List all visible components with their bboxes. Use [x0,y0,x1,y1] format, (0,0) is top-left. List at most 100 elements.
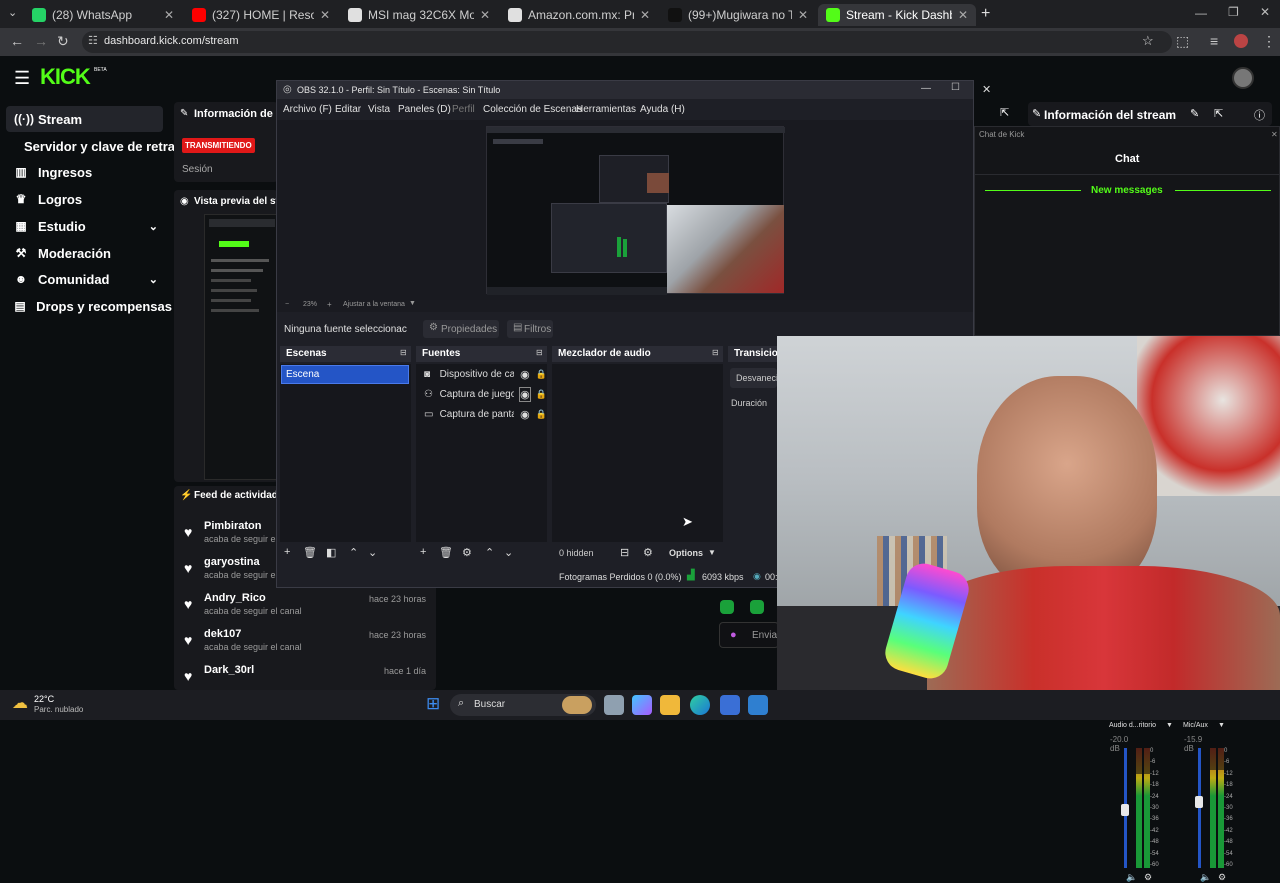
file-explorer-icon[interactable] [660,695,680,715]
chat-window-close-icon[interactable]: ✕ [1271,130,1278,139]
scenes-undock-icon[interactable]: ⊟ [400,348,407,357]
channel-dropdown-icon[interactable]: ▼ [1166,722,1173,729]
restore-window-icon[interactable]: ❐ [1228,5,1239,19]
speaker-icon[interactable]: 🔈 [1126,872,1137,883]
visibility-eye-icon[interactable]: ◉ [520,408,530,421]
sidebar-item[interactable]: Servidor y clave de retransm [0,133,202,159]
source-item[interactable]: ▭ Captura de pantal ◉ 🔒 [416,404,547,424]
minimize-window-icon[interactable]: — [1195,6,1207,20]
sidebar-item[interactable]: ☻ Comunidad ⌄ [0,266,172,292]
fit-dropdown-icon[interactable]: ▼ [409,300,416,307]
visibility-eye-icon[interactable]: ◉ [519,386,531,402]
browser-tab[interactable]: (99+)Mugiwara no Trainer (@a ✕ [660,4,816,26]
bookmark-star-icon[interactable]: ☆ [1142,33,1154,49]
lock-icon[interactable]: 🔒 [536,409,547,420]
popout-icon-left[interactable]: ⇱ [1000,106,1009,119]
chevron-down-icon[interactable]: ⌄ [149,273,158,286]
stream-preview-video[interactable] [204,214,278,480]
emote-icon[interactable] [720,600,734,614]
hidden-count[interactable]: 0 hidden [559,548,594,558]
tab-close-icon[interactable]: ✕ [320,8,330,22]
sidebar-item[interactable]: ♛ Logros [0,186,172,212]
volume-fader-track[interactable] [1198,748,1201,868]
add-scene-icon[interactable]: + [284,546,290,558]
browser-tab[interactable]: MSI mag 32C6X Monitor para ✕ [340,4,498,26]
info-circle-icon[interactable]: ⓘ [1254,107,1265,123]
browser-tab[interactable]: (28) WhatsApp ✕ [24,4,182,26]
new-tab-button[interactable]: + [981,5,990,23]
tab-list-icon[interactable]: ⌄ [8,6,17,19]
back-icon[interactable]: ← [10,33,24,49]
zoom-in-icon[interactable]: + [327,300,332,309]
obs-preview-canvas[interactable] [486,126,785,295]
feed-username[interactable]: Pimbiraton [204,520,261,532]
add-source-icon[interactable]: + [420,546,426,558]
sidebar-item[interactable]: ▦ Estudio ⌄ [0,213,172,239]
obs-menu-item[interactable]: Herramientas [576,104,636,115]
source-item[interactable]: ⚇ Captura de juego ◉ 🔒 [416,384,547,404]
address-bar[interactable]: ☷ dashboard.kick.com/stream ☆ [82,31,1172,53]
sidebar-item[interactable]: ▥ Ingresos [0,159,172,185]
obs-menu-item[interactable]: Ayuda (H) [640,104,685,115]
popout-icon[interactable]: ⇱ [1214,107,1223,120]
mixer-undock-icon[interactable]: ⊟ [712,348,719,357]
tab-close-icon[interactable]: ✕ [640,8,650,22]
kick-user-avatar[interactable] [1232,67,1254,89]
outlook-icon[interactable] [748,695,768,715]
obs-close-button[interactable]: ✕ [982,83,991,96]
obs-menu-item[interactable]: Editar [335,104,361,115]
browser-menu-icon[interactable]: ⋮ [1262,33,1276,50]
filters-button[interactable]: ▤ Filtros [507,320,553,338]
channel-dropdown-icon[interactable]: ▼ [1218,722,1225,729]
feed-username[interactable]: Dark_30rl [204,664,254,676]
speaker-icon[interactable]: 🔈 [1200,872,1211,883]
kick-logo[interactable]: KICK [40,64,91,90]
feed-username[interactable]: garyostina [204,556,260,568]
volume-fader-thumb[interactable] [1121,804,1129,816]
obs-menu-item[interactable]: Paneles (D) [398,104,451,115]
source-down-icon[interactable]: ⌄ [504,546,513,559]
chat-send-input[interactable]: ● Envia [719,622,779,648]
sidebar-item[interactable]: ⚒ Moderación [0,240,172,266]
channel-name[interactable]: Mic/Aux [1183,722,1208,729]
lock-icon[interactable]: 🔒 [536,389,547,400]
mixer-layout-icon[interactable]: ⊟ [620,546,629,559]
obs-menu-item[interactable]: Colección de Escenas [483,104,582,115]
edit-icon[interactable]: ✎ [1190,107,1199,120]
media-control-icon[interactable]: ≡ [1210,33,1218,49]
lock-icon[interactable]: 🔒 [536,369,547,380]
channel-settings-icon[interactable]: ⚙ [1144,872,1152,883]
feed-username[interactable]: Andry_Rico [204,592,266,604]
tab-close-icon[interactable]: ✕ [958,8,968,22]
browser-tab[interactable]: Amazon.com.mx: Precios bajos ✕ [500,4,658,26]
tab-close-icon[interactable]: ✕ [798,8,808,22]
weather-desc[interactable]: Parc. nublado [34,705,83,714]
tab-close-icon[interactable]: ✕ [480,8,490,22]
weather-icon[interactable]: ☁ [12,693,28,713]
source-item[interactable]: ◙ Dispositivo de cap ◉ 🔒 [416,364,547,384]
browser-tab[interactable]: (327) HOME | Resonance (4 ✕ [184,4,338,26]
obs-menu-item[interactable]: Perfil [452,104,475,115]
browser-tab[interactable]: Stream - Kick Dashboard ✕ [818,4,976,26]
windows-start-icon[interactable]: ⊞ [426,694,440,714]
edge-icon[interactable] [690,695,710,715]
extensions-icon[interactable]: ⬚ [1176,33,1189,50]
site-info-icon[interactable]: ☷ [88,34,98,47]
forward-icon[interactable]: → [34,33,48,49]
scene-item[interactable]: Escena [281,365,409,384]
zoom-out-icon[interactable]: − [285,301,289,308]
task-view-icon[interactable] [604,695,624,715]
transition-select[interactable]: Desvaneci [730,368,777,388]
move-up-icon[interactable]: ⌃ [349,546,358,559]
feed-username[interactable]: dek107 [204,628,241,640]
fit-window-label[interactable]: Ajustar a la ventana [343,301,405,308]
source-up-icon[interactable]: ⌃ [485,546,494,559]
move-down-icon[interactable]: ⌄ [368,546,377,559]
obs-menu-item[interactable]: Archivo (F) [283,104,332,115]
channel-name[interactable]: Audio d...ritorio [1109,722,1156,729]
sources-undock-icon[interactable]: ⊟ [536,348,543,357]
weather-temp[interactable]: 22°C [34,694,54,704]
chevron-down-icon[interactable]: ⌄ [149,220,158,233]
volume-fader-thumb[interactable] [1195,796,1203,808]
obs-minimize-icon[interactable]: — [921,83,931,94]
